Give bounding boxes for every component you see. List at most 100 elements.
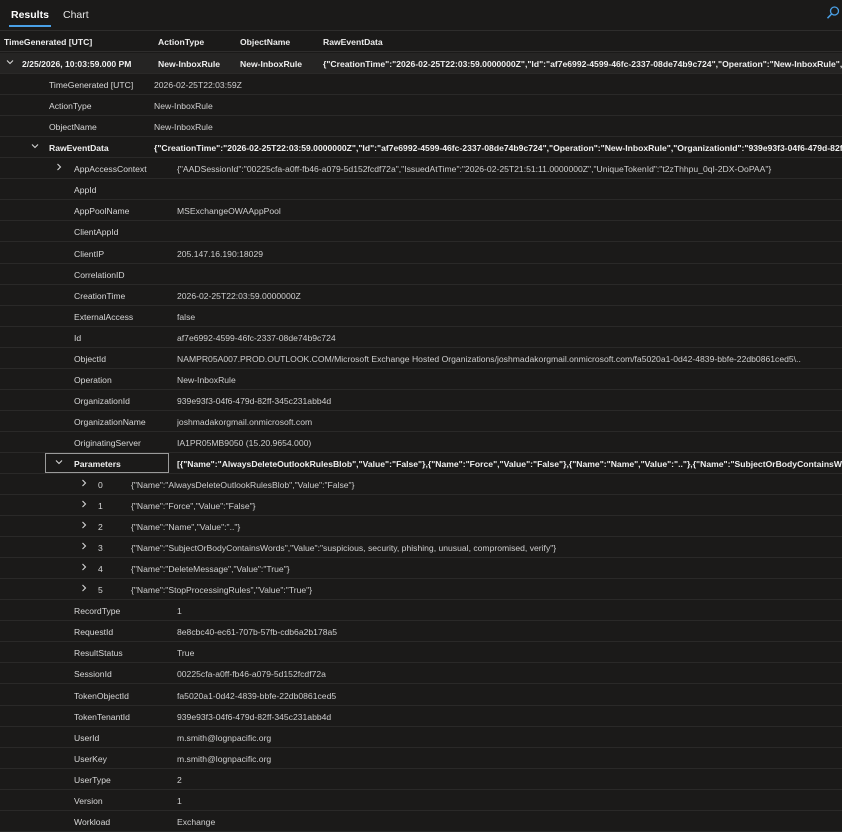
chevron-down-icon[interactable] (29, 140, 41, 152)
field-value: NAMPR05A007.PROD.OUTLOOK.COM/Microsoft E… (177, 353, 801, 364)
parameter-value: {"Name":"Name","Value":".."} (131, 522, 241, 533)
field-value: IA1PR05MB9050 (15.20.9654.000) (177, 437, 312, 448)
cell-raweventdata: {"CreationTime":"2026-02-25T22:03:59.000… (323, 59, 842, 69)
field-row: ClientIP 205.147.16.190:18029 (0, 243, 842, 264)
field-key: ExternalAccess (74, 311, 134, 322)
field-row: UserType 2 (0, 769, 842, 790)
field-key: ObjectId (74, 353, 107, 364)
tab-results[interactable]: Results (9, 9, 51, 27)
parameter-value: {"Name":"DeleteMessage","Value":"True"} (131, 564, 290, 575)
field-row: TokenObjectId fa5020a1-0d42-4839-bbfe-22d… (0, 685, 842, 706)
field-value: m.smith@lognpacific.org (177, 732, 272, 743)
field-row: RequestId 8e8cbc40-ec61-707b-57fb-cdb6a2b… (0, 621, 842, 643)
field-value: 205.147.16.190:18029 (177, 248, 264, 259)
field-row: Operation New-InboxRule (0, 369, 842, 390)
column-header-timegenerated[interactable]: TimeGenerated [UTC] (4, 37, 92, 47)
chevron-right-icon[interactable] (78, 498, 90, 510)
field-key: RequestId (74, 627, 114, 638)
chevron-right-icon[interactable] (78, 477, 90, 489)
chevron-right-icon[interactable] (53, 161, 65, 173)
cell-objectname: New-InboxRule (240, 59, 303, 69)
field-key: ClientAppId (74, 227, 119, 238)
appaccesscontext-value: {"AADSessionId":"00225cfa-a0ff-fb46-a079… (177, 164, 772, 175)
field-row: Id af7e6992-4599-46fc-2337-08de74b9c724 (0, 327, 842, 348)
field-row: CreationTime 2026-02-25T22:03:59.0000000Z (0, 285, 842, 306)
field-row: OriginatingServer IA1PR05MB9050 (15.20.96… (0, 432, 842, 453)
detail-row: ActionType New-InboxRule (0, 95, 842, 117)
detail-key: ObjectName (49, 122, 97, 133)
parameter-item-row[interactable]: 5 {"Name":"StopProcessingRules","Value":"… (0, 579, 842, 601)
field-value: m.smith@lognpacific.org (177, 753, 272, 764)
field-row: CorrelationID (0, 264, 842, 285)
field-row: ObjectId NAMPR05A007.PROD.OUTLOOK.COM/Mic… (0, 348, 842, 369)
detail-key: TimeGenerated [UTC] (49, 80, 134, 90)
chevron-down-icon[interactable] (53, 456, 65, 468)
field-value: True (177, 648, 195, 659)
appaccesscontext-key: AppAccessContext (74, 164, 147, 175)
field-row: AppId (0, 179, 842, 201)
field-key: AppPoolName (74, 206, 130, 217)
parameter-item-row[interactable]: 2 {"Name":"Name","Value":".."} (0, 516, 842, 538)
field-key: CorrelationID (74, 269, 125, 280)
tab-chart[interactable]: Chart (63, 9, 89, 21)
field-key: OrganizationName (74, 416, 146, 427)
parameter-item-row[interactable]: 3 {"Name":"SubjectOrBodyContainsWords","V… (0, 537, 842, 559)
parameter-index: 5 (98, 585, 103, 596)
field-value: 00225cfa-a0ff-fb46-a079-5d152fcdf72a (177, 669, 326, 680)
column-header-objectname[interactable]: ObjectName (240, 37, 290, 47)
parameters-key: Parameters (74, 459, 121, 469)
field-key: ClientIP (74, 248, 105, 259)
parameter-value: {"Name":"AlwaysDeleteOutlookRulesBlob","… (131, 480, 355, 490)
parameter-item-row[interactable]: 0 {"Name":"AlwaysDeleteOutlookRulesBlob",… (0, 474, 842, 495)
chevron-right-icon[interactable] (78, 561, 90, 573)
cell-time: 2/25/2026, 10:03:59.000 PM (22, 59, 132, 69)
field-row: ClientAppId (0, 221, 842, 243)
field-value: 8e8cbc40-ec61-707b-57fb-cdb6a2b178a5 (177, 627, 338, 638)
parameter-index: 4 (98, 564, 103, 575)
detail-key: ActionType (49, 101, 92, 112)
column-header-row: TimeGenerated [UTC] ActionType ObjectNam… (0, 30, 842, 52)
chevron-down-icon[interactable] (4, 56, 16, 68)
parameter-item-row[interactable]: 1 {"Name":"Force","Value":"False"} (0, 495, 842, 517)
field-key: SessionId (74, 669, 112, 680)
field-value: 2 (177, 774, 182, 785)
raweventdata-value: {"CreationTime":"2026-02-25T22:03:59.000… (154, 143, 842, 154)
raweventdata-row[interactable]: RawEventData {"CreationTime":"2026-02-25T… (0, 137, 842, 159)
chevron-right-icon[interactable] (78, 582, 90, 594)
parameters-value: [{"Name":"AlwaysDeleteOutlookRulesBlob",… (177, 459, 842, 469)
parameter-item-row[interactable]: 4 {"Name":"DeleteMessage","Value":"True"} (0, 558, 842, 580)
parameter-value: {"Name":"StopProcessingRules","Value":"T… (131, 585, 313, 596)
column-header-actiontype[interactable]: ActionType (158, 37, 204, 47)
chevron-right-icon[interactable] (78, 540, 90, 552)
column-header-raweventdata[interactable]: RawEventData (323, 37, 383, 47)
field-value: 1 (177, 795, 182, 806)
field-key: OriginatingServer (74, 437, 141, 448)
field-key: CreationTime (74, 290, 126, 301)
field-value: MSExchangeOWAAppPool (177, 206, 281, 217)
appaccesscontext-row[interactable]: AppAccessContext {"AADSessionId":"00225cf… (0, 158, 842, 180)
field-row: RecordType 1 (0, 600, 842, 622)
field-key: TokenObjectId (74, 690, 129, 701)
field-key: UserId (74, 732, 100, 743)
field-row: OrganizationId 939e93f3-04f6-479d-82ff-34… (0, 390, 842, 411)
field-row: UserKey m.smith@lognpacific.org (0, 748, 842, 769)
field-key: OrganizationId (74, 395, 130, 406)
field-value: New-InboxRule (177, 374, 236, 385)
field-key: AppId (74, 185, 97, 196)
table-row-main[interactable]: 2/25/2026, 10:03:59.000 PM New-InboxRule N… (0, 53, 842, 74)
field-row: ExternalAccess false (0, 306, 842, 327)
detail-value: New-InboxRule (154, 101, 213, 112)
field-key: Version (74, 795, 103, 806)
field-key: ResultStatus (74, 648, 123, 659)
field-key: UserType (74, 774, 111, 785)
search-icon[interactable] (826, 5, 840, 21)
chevron-right-icon[interactable] (78, 519, 90, 531)
field-value: 1 (177, 606, 182, 617)
field-row: AppPoolName MSExchangeOWAAppPool (0, 200, 842, 222)
detail-row: ObjectName New-InboxRule (0, 116, 842, 138)
cell-actiontype: New-InboxRule (158, 59, 221, 69)
field-key: UserKey (74, 753, 107, 764)
results-tab-bar: Results Chart (0, 0, 842, 30)
parameters-row[interactable]: Parameters [{"Name":"AlwaysDeleteOutlookR… (0, 453, 842, 474)
field-value: false (177, 311, 196, 322)
